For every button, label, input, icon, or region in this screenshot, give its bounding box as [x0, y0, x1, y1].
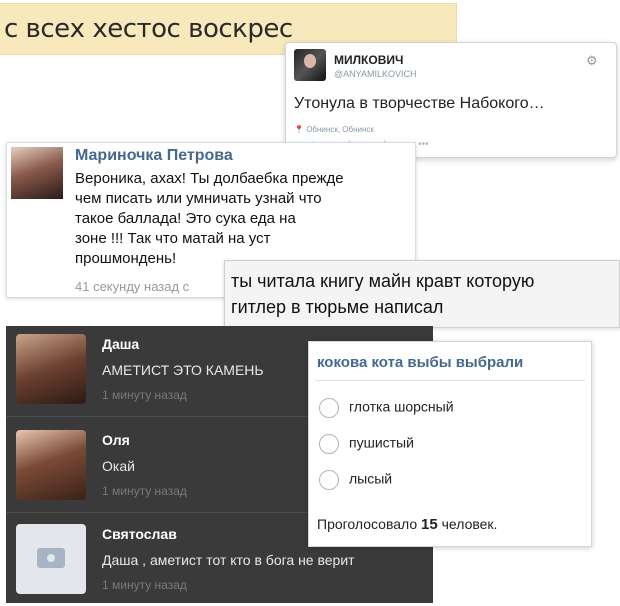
avatar[interactable]	[16, 430, 86, 500]
comment-author[interactable]: Святослав	[102, 526, 177, 542]
radio-button[interactable]	[319, 470, 339, 490]
comment-author[interactable]: Оля	[102, 432, 130, 448]
poll-option-label: лысый	[349, 470, 393, 487]
radio-button[interactable]	[319, 434, 339, 454]
radio-button[interactable]	[319, 398, 339, 418]
more-dots-icon[interactable]: •••	[418, 139, 429, 150]
avatar[interactable]	[16, 334, 86, 404]
strip-text: с всех хестос воскрес	[4, 14, 293, 44]
tweet-avatar[interactable]	[294, 49, 326, 81]
poll-option[interactable]: пушистый	[319, 434, 414, 454]
comment-text: Окай	[102, 458, 135, 474]
location-pin-icon: 📍	[294, 125, 304, 134]
message-line-2: гитлер в тюрьме написал	[231, 297, 444, 317]
tweet-author-name[interactable]: МИЛКОВИЧ	[334, 53, 403, 67]
poll-question: кокова кота выбы выбрали	[317, 354, 524, 371]
poll-total-count: 15	[421, 516, 438, 533]
tweet-location-text: Обнинск, Обнинск	[306, 125, 374, 134]
comment-time[interactable]: 1 минуту назад	[102, 578, 187, 592]
poll-option-label: глотка шорсный	[349, 398, 454, 415]
comment-text: АМЕТИСТ ЭТО КАМЕНЬ	[102, 362, 264, 378]
poll-total-suffix: человек.	[441, 516, 498, 532]
vk-post-time[interactable]: 41 секунду назад с	[75, 279, 189, 294]
poll-option[interactable]: глотка шорсный	[319, 398, 454, 418]
poll-option[interactable]: лысый	[319, 470, 392, 490]
vk-post-message: Вероника, ахах! Ты долбаебка прежде чем …	[75, 170, 344, 267]
tweet-text: Утонула в творчестве Набокого…	[294, 95, 545, 112]
comment-text: Даша , аметист тот кто в бога не верит	[102, 552, 355, 568]
tweet-author-handle[interactable]: @ANYAMILKOVICH	[334, 69, 417, 79]
camera-icon	[37, 548, 65, 568]
comment-time[interactable]: 1 минуту назад	[102, 388, 187, 402]
gear-icon[interactable]: ⚙	[586, 53, 598, 69]
vk-post-author[interactable]: Мариночка Петрова	[75, 147, 233, 165]
comment-time[interactable]: 1 минуту назад	[102, 484, 187, 498]
poll-card: кокова кота выбы выбрали глотка шорсный …	[308, 341, 592, 547]
comment-author[interactable]: Даша	[102, 336, 139, 352]
poll-total-prefix: Проголосовало	[317, 516, 418, 532]
poll-option-label: пушистый	[349, 434, 414, 451]
avatar-placeholder[interactable]	[16, 524, 86, 594]
message-card: ты читала книгу майн кравт которую гитле…	[224, 260, 620, 328]
poll-total: Проголосовало 15 человек.	[317, 516, 497, 533]
vk-post-avatar[interactable]	[11, 147, 63, 199]
poll-divider	[315, 380, 585, 381]
tweet-location: 📍 Обнинск, Обнинск	[294, 125, 374, 134]
message-line-1: ты читала книгу майн кравт которую	[231, 271, 535, 291]
tweet-card: МИЛКОВИЧ @ANYAMILKOVICH ⚙ Утонула в твор…	[285, 42, 617, 158]
